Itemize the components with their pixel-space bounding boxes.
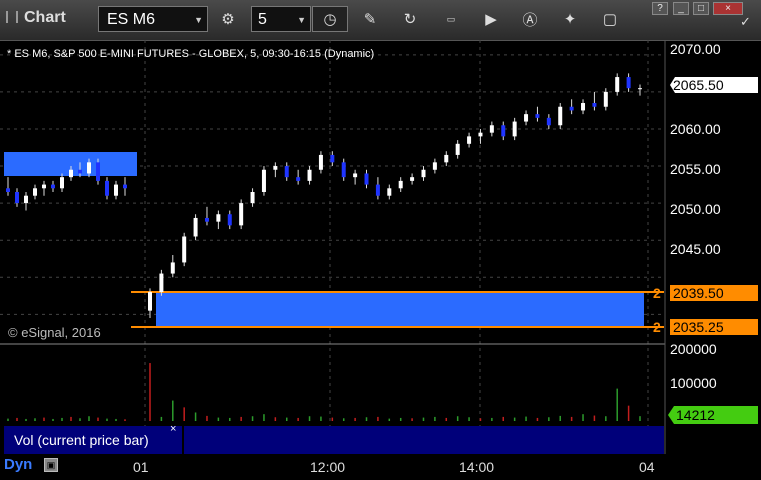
candle-body bbox=[96, 162, 100, 181]
candle-body bbox=[569, 106, 574, 111]
candle-body bbox=[69, 169, 73, 178]
candle-body bbox=[6, 188, 10, 192]
candle-body bbox=[387, 188, 392, 196]
candle-body bbox=[239, 203, 244, 226]
candle-body bbox=[33, 188, 37, 196]
candle-body bbox=[353, 173, 358, 178]
close-icon[interactable]: × bbox=[170, 423, 176, 435]
lock-icon[interactable]: ▣ bbox=[44, 458, 58, 472]
order-price-lower[interactable]: 2035.25 bbox=[670, 319, 758, 335]
candle-body bbox=[114, 184, 118, 196]
candle-body bbox=[489, 125, 494, 133]
order-qty-upper[interactable]: 2 bbox=[653, 285, 661, 301]
candle-body bbox=[170, 262, 175, 274]
volume-study-label: Vol (current price bar) bbox=[14, 432, 149, 448]
volume-study-label-box[interactable]: Vol (current price bar) bbox=[4, 426, 182, 454]
candle-body bbox=[524, 114, 529, 122]
price-tick: 2060.00 bbox=[670, 121, 721, 137]
candle-body bbox=[204, 217, 209, 222]
candle-body bbox=[638, 88, 642, 90]
volume-tick: 100000 bbox=[670, 375, 717, 391]
candle-body bbox=[501, 125, 506, 137]
candle-body bbox=[398, 180, 403, 189]
candle-body bbox=[592, 103, 597, 107]
price-tick: 2055.00 bbox=[670, 161, 721, 177]
candle-body bbox=[432, 162, 437, 170]
volume-study-bar bbox=[184, 426, 664, 454]
chart-label: * ES M6, S&P 500 E-MINI FUTURES - GLOBEX… bbox=[7, 48, 375, 60]
copyright: © eSignal, 2016 bbox=[8, 325, 101, 340]
candle-body bbox=[105, 180, 109, 196]
candle-body bbox=[250, 192, 255, 204]
dynamic-label[interactable]: Dyn bbox=[4, 456, 32, 473]
candle-body bbox=[364, 173, 369, 185]
candle-body bbox=[626, 77, 631, 89]
demand-zone[interactable] bbox=[156, 292, 644, 327]
candle-body bbox=[42, 184, 46, 189]
candle-body bbox=[512, 121, 517, 137]
order-price-upper[interactable]: 2039.50 bbox=[670, 285, 758, 301]
candle-body bbox=[318, 154, 323, 170]
candle-body bbox=[193, 217, 198, 237]
price-tick: 2050.00 bbox=[670, 201, 721, 217]
time-label: 12:00 bbox=[310, 459, 346, 475]
current-volume-tag: 14212 bbox=[668, 406, 758, 424]
candle-body bbox=[60, 177, 64, 189]
price-tick: 2070.00 bbox=[670, 41, 721, 57]
candle-body bbox=[341, 162, 346, 178]
price-tick: 2045.00 bbox=[670, 241, 721, 257]
candle-body bbox=[330, 154, 335, 163]
candle-body bbox=[227, 214, 232, 226]
candle-body bbox=[216, 214, 221, 222]
candle-body bbox=[296, 177, 301, 181]
candle-body bbox=[421, 169, 426, 178]
candle-body bbox=[444, 154, 449, 163]
candle-body bbox=[24, 195, 28, 204]
price-chart[interactable] bbox=[0, 0, 761, 480]
candle-body bbox=[558, 106, 563, 126]
candle-body bbox=[284, 166, 289, 178]
candle-body bbox=[78, 169, 82, 174]
time-label: 04 bbox=[639, 459, 655, 475]
candle-body bbox=[182, 236, 187, 263]
candle-body bbox=[307, 169, 312, 181]
candle-body bbox=[375, 184, 380, 196]
candle-body bbox=[159, 273, 164, 293]
candle-body bbox=[148, 292, 152, 311]
candle-body bbox=[261, 169, 266, 192]
candle-body bbox=[615, 77, 620, 92]
volume-tick: 200000 bbox=[670, 341, 717, 357]
candle-body bbox=[603, 91, 608, 107]
candle-body bbox=[87, 162, 91, 174]
candle-body bbox=[273, 166, 278, 170]
candle-body bbox=[123, 184, 127, 189]
candle-body bbox=[546, 117, 551, 126]
candle-body bbox=[535, 114, 540, 118]
order-qty-lower[interactable]: 2 bbox=[653, 319, 661, 335]
candle-body bbox=[51, 184, 55, 189]
candle-body bbox=[455, 143, 460, 155]
candle-body bbox=[15, 192, 19, 204]
candle-body bbox=[581, 103, 586, 111]
current-price-tag: 2065.50 bbox=[670, 77, 758, 93]
time-label: 14:00 bbox=[459, 459, 495, 475]
candle-body bbox=[410, 177, 415, 181]
candle-body bbox=[478, 132, 483, 137]
candle-body bbox=[467, 136, 472, 144]
time-label: 01 bbox=[133, 459, 149, 475]
